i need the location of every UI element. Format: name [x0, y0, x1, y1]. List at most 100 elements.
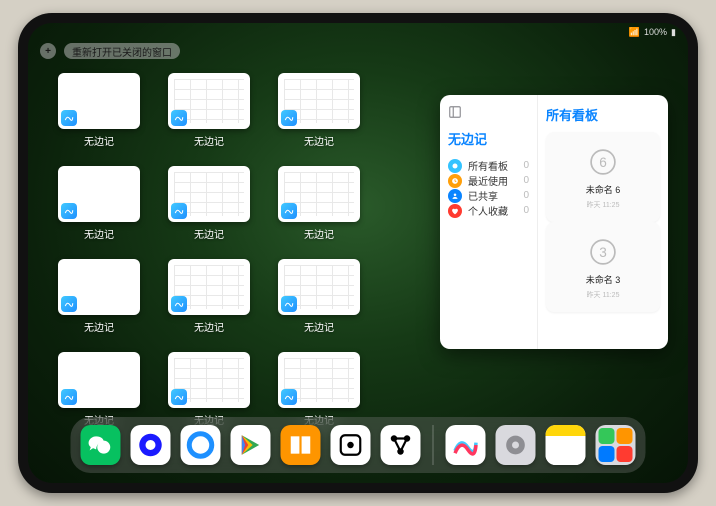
- board-sub: 昨天 11:25: [587, 290, 620, 300]
- status-right: 📶 100% ▮: [629, 27, 676, 38]
- dock-settings[interactable]: [496, 425, 536, 465]
- svg-text:6: 6: [599, 155, 607, 170]
- dock-quark[interactable]: [131, 425, 171, 465]
- freeform-icon: [61, 203, 77, 219]
- tile-thumbnail: [58, 259, 140, 315]
- people-icon: [448, 189, 462, 203]
- dock-dice[interactable]: [331, 425, 371, 465]
- screen: 📶 100% ▮ + 重新打开已关闭的窗口 无边记无边记无边记无边记无边记无边记…: [28, 23, 688, 483]
- board-sketch: 6: [586, 145, 620, 179]
- dock-divider: [433, 425, 434, 465]
- sidebar-item[interactable]: 已共享 0: [448, 188, 529, 203]
- freeform-icon: [281, 389, 297, 405]
- switcher-tile[interactable]: 无边记: [168, 259, 250, 334]
- board-sketch: 3: [586, 235, 620, 269]
- cloud-icon: [448, 159, 462, 173]
- freeform-icon: [171, 296, 187, 312]
- sidebar-item-count: 0: [523, 190, 529, 201]
- tile-label: 无边记: [194, 133, 224, 148]
- switcher-tile[interactable]: 无边记: [278, 73, 360, 148]
- tile-thumbnail: [58, 73, 140, 129]
- heart-icon: [448, 204, 462, 218]
- wifi-icon: 📶: [629, 27, 640, 38]
- tile-thumbnail: [278, 352, 360, 408]
- board-label: 未命名 3: [586, 273, 621, 286]
- panel-sidebar: 无边记 所有看板 0 最近使用 0 已共享 0 个人收藏0: [440, 95, 538, 349]
- freeform-icon: [171, 110, 187, 126]
- tile-thumbnail: [168, 73, 250, 129]
- dock-play[interactable]: [231, 425, 271, 465]
- dock: [71, 417, 646, 473]
- tile-label: 无边记: [194, 226, 224, 241]
- status-bar: 📶 100% ▮: [28, 23, 688, 41]
- battery-label: 100%: [644, 27, 667, 37]
- dock-notes[interactable]: [546, 425, 586, 465]
- panel-main-title: 所有看板: [546, 105, 660, 124]
- switcher-tile[interactable]: 无边记: [168, 73, 250, 148]
- board-card[interactable]: 3 未命名 3 昨天 11:25: [546, 222, 660, 312]
- freeform-icon: [171, 389, 187, 405]
- ipad-frame: 📶 100% ▮ + 重新打开已关闭的窗口 无边记无边记无边记无边记无边记无边记…: [18, 13, 698, 493]
- tile-label: 无边记: [304, 319, 334, 334]
- freeform-icon: [61, 389, 77, 405]
- sidebar-item[interactable]: 所有看板 0: [448, 158, 529, 173]
- sidebar-title: 无边记: [448, 129, 529, 148]
- switcher-tile[interactable]: 无边记: [168, 352, 250, 427]
- dock-freeform[interactable]: [446, 425, 486, 465]
- tile-label: 无边记: [84, 133, 114, 148]
- tile-thumbnail: [278, 166, 360, 222]
- board-sub: 昨天 11:25: [587, 200, 620, 210]
- tile-label: 无边记: [304, 226, 334, 241]
- tile-label: 无边记: [194, 319, 224, 334]
- tile-label: 无边记: [84, 226, 114, 241]
- freeform-icon: [281, 110, 297, 126]
- tile-thumbnail: [58, 352, 140, 408]
- tile-thumbnail: [278, 259, 360, 315]
- dock-library[interactable]: [596, 425, 636, 465]
- switcher-tile[interactable]: 无边记: [58, 259, 140, 334]
- sidebar-item-label: 已共享: [468, 188, 498, 203]
- board-label: 未命名 6: [586, 183, 621, 196]
- panel-main: 所有看板 6 未命名 6 昨天 11:25 3 未命名 3 昨天 11:25: [538, 95, 668, 349]
- freeform-icon: [171, 203, 187, 219]
- freeform-icon: [281, 203, 297, 219]
- switcher-tile[interactable]: 无边记: [58, 73, 140, 148]
- dock-qqbrowser[interactable]: [181, 425, 221, 465]
- app-switcher-grid: 无边记无边记无边记无边记无边记无边记无边记无边记无边记无边记无边记无边记: [58, 73, 428, 427]
- dock-wechat[interactable]: [81, 425, 121, 465]
- tile-label: 无边记: [304, 133, 334, 148]
- switcher-tile[interactable]: 无边记: [58, 352, 140, 427]
- dock-books[interactable]: [281, 425, 321, 465]
- reopen-button[interactable]: 重新打开已关闭的窗口: [64, 43, 180, 59]
- sidebar-item[interactable]: 最近使用 0: [448, 173, 529, 188]
- sidebar-item-label: 最近使用: [468, 173, 508, 188]
- board-card[interactable]: 6 未命名 6 昨天 11:25: [546, 132, 660, 222]
- tile-label: 无边记: [84, 319, 114, 334]
- switcher-tile[interactable]: 无边记: [278, 166, 360, 241]
- switcher-tile[interactable]: 无边记: [168, 166, 250, 241]
- add-button[interactable]: +: [40, 43, 56, 59]
- sidebar-item-label: 个人收藏: [468, 203, 508, 218]
- switcher-tile[interactable]: 无边记: [278, 352, 360, 427]
- freeform-icon: [61, 296, 77, 312]
- tile-thumbnail: [168, 352, 250, 408]
- freeform-icon: [281, 296, 297, 312]
- freeform-icon: [61, 110, 77, 126]
- dock-node[interactable]: [381, 425, 421, 465]
- tile-thumbnail: [278, 73, 360, 129]
- tile-thumbnail: [58, 166, 140, 222]
- battery-icon: ▮: [671, 27, 676, 38]
- switcher-tile[interactable]: 无边记: [278, 259, 360, 334]
- sidebar-icon: [448, 105, 529, 119]
- sidebar-item[interactable]: 个人收藏0: [448, 203, 529, 218]
- sidebar-item-count: 0: [523, 160, 529, 171]
- switcher-tile[interactable]: 无边记: [58, 166, 140, 241]
- tile-thumbnail: [168, 166, 250, 222]
- svg-text:3: 3: [599, 245, 607, 260]
- freeform-panel[interactable]: ··· 无边记 所有看板0最近使用0已共享0个人收藏0 所有看板 6未命名 6昨…: [440, 95, 668, 349]
- tile-thumbnail: [168, 259, 250, 315]
- clock-icon: [448, 174, 462, 188]
- toolbar: + 重新打开已关闭的窗口: [40, 43, 180, 59]
- sidebar-item-label: 所有看板: [468, 158, 508, 173]
- sidebar-item-count: 0: [523, 175, 529, 186]
